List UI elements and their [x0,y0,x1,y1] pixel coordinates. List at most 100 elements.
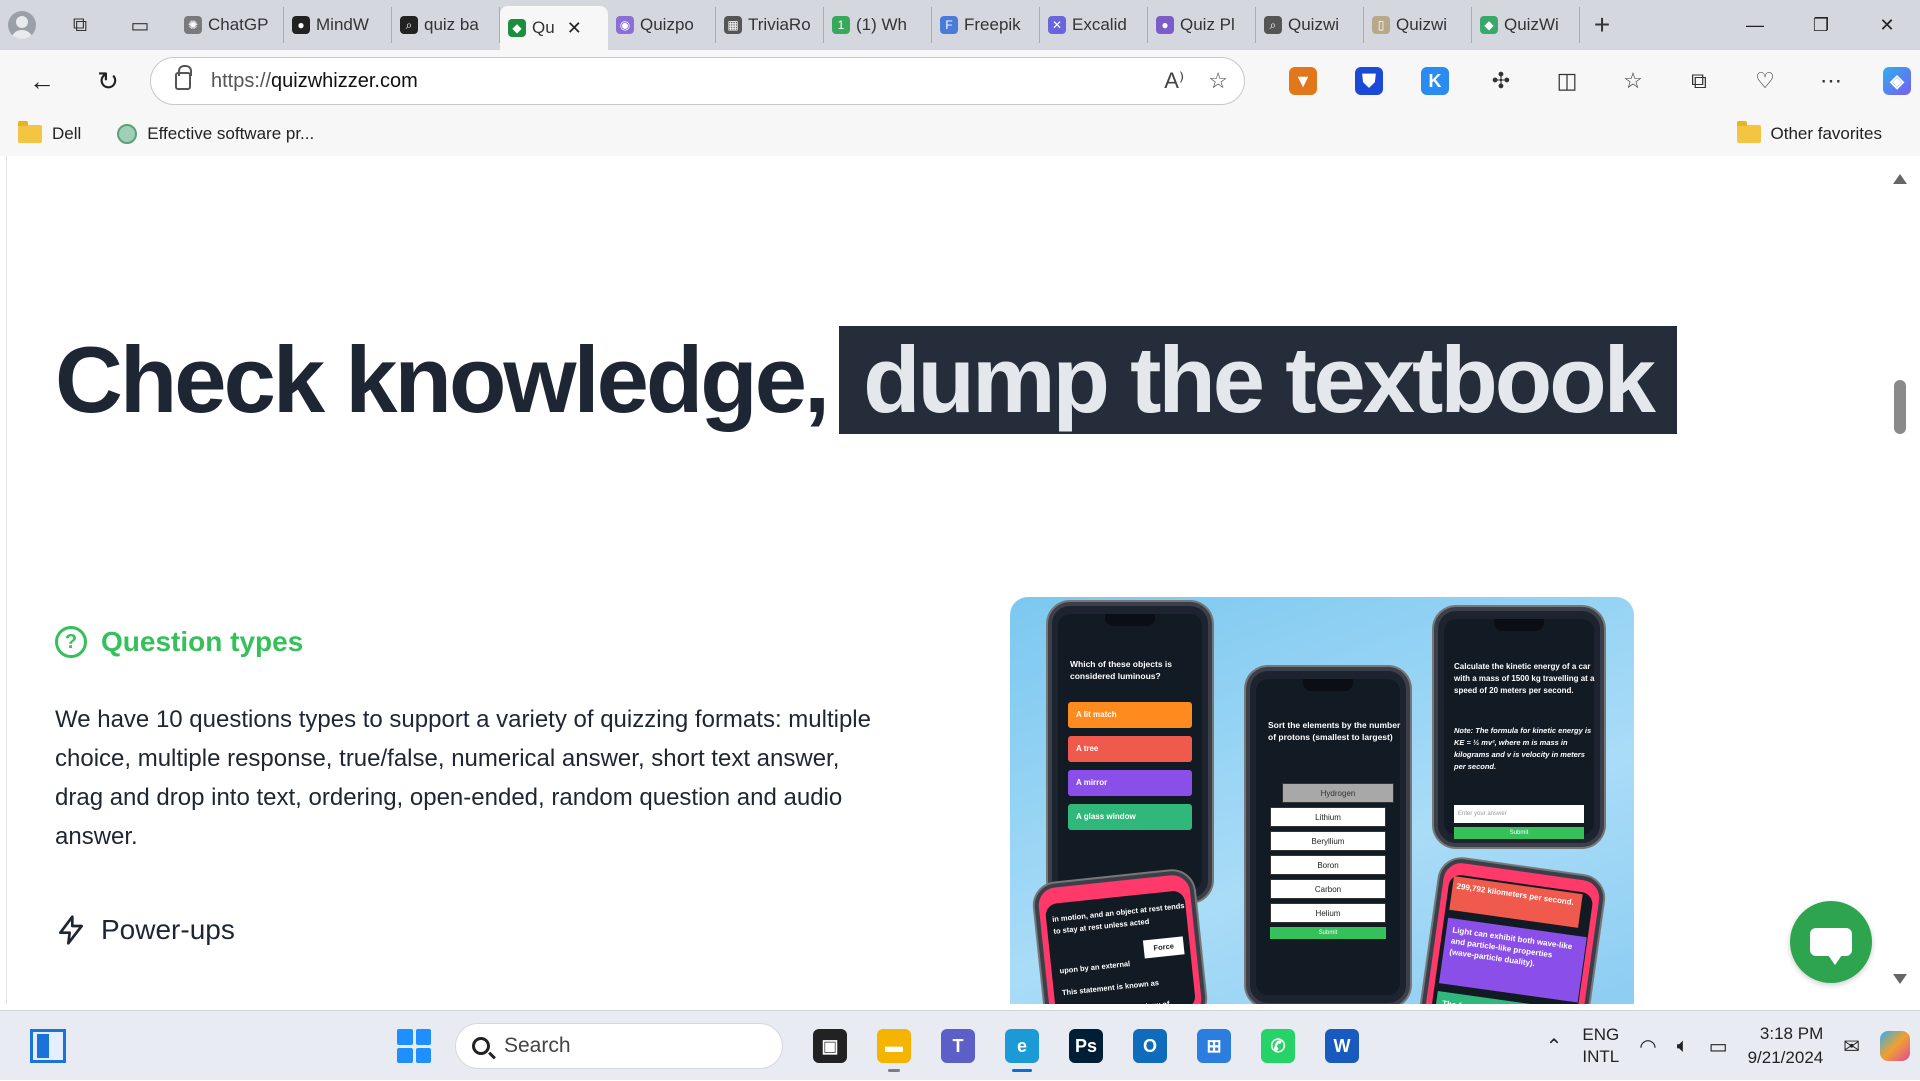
phone-option: A mirror [1068,770,1192,796]
browser-tab[interactable]: ▦ TriviaRo [716,7,824,43]
tab-favicon-icon: ◆ [508,19,526,37]
shield-icon[interactable]: ⛊ [1336,50,1402,112]
whatsapp-icon[interactable]: ✆ [1251,1019,1305,1073]
file-explorer-icon[interactable]: ▬ [867,1019,921,1073]
tab-favicon-icon: ▦ [724,16,742,34]
clock[interactable]: 3:18 PM 9/21/2024 [1738,1022,1834,1070]
browser-tab[interactable]: ● MindW [284,7,392,43]
lightning-icon [59,915,83,945]
system-tray: ⌃ ENG INTL ◠ 🔈︎ ▭ 3:18 PM 9/21/2024 ✉ [1536,1011,1920,1081]
new-tab-button[interactable]: + [1580,9,1624,41]
phone-text: in motion, and an object at rest tends t… [1051,901,1185,936]
close-tab-icon[interactable]: ✕ [567,18,582,39]
scroll-up-arrow-icon[interactable] [1893,174,1907,184]
browser-tab[interactable]: ▯ Quizwi [1364,7,1472,43]
copilot-taskbar-icon[interactable] [1870,1031,1920,1061]
phone-option: A lit match [1068,702,1192,728]
tray-chevron-icon[interactable]: ⌃ [1536,1034,1573,1059]
language-indicator[interactable]: ENG INTL [1572,1024,1629,1068]
phone-multiple-choice: Which of these objects is considered lum… [1048,602,1212,902]
browser-tab[interactable]: ✺ ChatGP [176,7,284,43]
photoshop-icon[interactable]: Ps [1059,1019,1113,1073]
browser-tab[interactable]: 1 (1) Wh [824,7,932,43]
task-view-icon[interactable]: ▣ [803,1019,857,1073]
taskbar-apps: Search ▣ ▬ Te Ps O ⊞ ✆ W [393,1019,1369,1073]
widgets-icon[interactable] [30,1029,66,1063]
wifi-icon[interactable]: ◠ [1629,1034,1666,1059]
favorite-star-icon[interactable]: ☆ [1208,68,1228,94]
refresh-button[interactable]: ↻ [78,56,138,106]
browser-tab[interactable]: ● Quiz Pl [1148,7,1256,43]
phone-submit: Submit [1454,827,1584,839]
scroll-thumb[interactable] [1894,380,1906,434]
more-menu-icon[interactable]: ⋯ [1798,50,1864,112]
tab-title: TriviaRo [748,15,811,34]
profile-avatar[interactable] [0,5,44,45]
scroll-down-arrow-icon[interactable] [1893,974,1907,984]
minimize-button[interactable]: — [1722,0,1788,50]
tab-favicon-icon: ⌕ [1264,16,1282,34]
url-text[interactable]: https://quizwhizzer.com [211,70,418,93]
window-controls: — ❐ ✕ [1722,0,1920,50]
favorites-bar: Dell Effective software pr... Other favo… [0,112,1920,156]
question-types-description: We have 10 questions types to support a … [55,706,871,850]
phone-ordering: Sort the elements by the number of proto… [1246,667,1410,1004]
phone-option: A tree [1068,736,1192,762]
start-button[interactable] [393,1025,435,1067]
sort-item: Hydrogen [1282,783,1394,803]
other-favorites[interactable]: Other favorites [1719,121,1901,144]
web-page: Check knowledge, dump the textbook ? Que… [6,156,1880,1004]
favorite-effective-software[interactable]: Effective software pr... [99,124,332,144]
browser-tab[interactable]: ◉ Quizpo [608,7,716,43]
battery-icon[interactable]: ▭ [1699,1034,1738,1059]
copilot-icon[interactable]: ◈ [1864,50,1920,112]
notifications-icon[interactable]: ✉ [1833,1034,1870,1059]
store-icon[interactable]: ⊞ [1187,1019,1241,1073]
phone-text: Law of [1145,995,1196,1004]
folder-icon [18,121,42,143]
sort-item: Carbon [1270,879,1386,899]
extensions-puzzle-icon[interactable]: ✣ [1468,50,1534,112]
browser-tab[interactable]: F Freepik [932,7,1040,43]
close-window-button[interactable]: ✕ [1854,0,1920,50]
teams-icon[interactable]: T [931,1019,985,1073]
workspaces-icon[interactable]: ⧉ [58,5,102,45]
tab-title: Quizpo [640,15,694,34]
browser-tab[interactable]: ◆ QuizWi [1472,7,1580,43]
split-screen-icon[interactable]: ◫ [1534,50,1600,112]
restore-button[interactable]: ❐ [1788,0,1854,50]
pinned-apps: ▣ ▬ Te Ps O ⊞ ✆ W [803,1019,1369,1073]
page-scrollbar[interactable] [1880,156,1920,1004]
browser-tab[interactable]: ✕ Excalid [1040,7,1148,43]
tab-title: MindW [316,15,369,34]
k-extension-icon[interactable]: K [1402,50,1468,112]
sort-item: Beryllium [1270,831,1386,851]
browser-essentials-icon[interactable]: ♡ [1732,50,1798,112]
phone-note: Note: The formula for kinetic energy is … [1454,726,1592,771]
browser-tab[interactable]: ◆ Qu ✕ [500,6,608,50]
chat-widget-button[interactable] [1790,901,1872,983]
tab-favicon-icon: ◉ [616,16,634,34]
volume-icon[interactable]: 🔈︎ [1667,1035,1699,1058]
tab-favicon-icon: ✕ [1048,16,1066,34]
word-icon[interactable]: W [1315,1019,1369,1073]
lock-icon[interactable] [175,65,192,90]
tab-title: quiz ba [424,15,479,34]
favorite-dell[interactable]: Dell [0,121,99,144]
metamask-icon[interactable]: ▼ [1270,50,1336,112]
vertical-tabs-icon[interactable]: ▭ [118,5,162,45]
collections-icon[interactable]: ⧉ [1666,50,1732,112]
back-button[interactable]: ← [12,56,72,106]
taskbar-search[interactable]: Search [455,1023,783,1069]
tab-favicon-icon: 1 [832,16,850,34]
read-aloud-icon[interactable]: A⁾ [1164,68,1184,94]
edge-icon[interactable]: e [995,1019,1049,1073]
tab-favicon-icon: ● [292,16,310,34]
address-bar[interactable]: https://quizwhizzer.com A⁾ ☆ [150,57,1245,105]
outlook-icon[interactable]: O [1123,1019,1177,1073]
browser-tab[interactable]: ⌕ Quizwi [1256,7,1364,43]
phone-multiple-response: 299,792 kilometers per second. Light can… [1418,856,1607,1004]
favorites-icon[interactable]: ☆ [1600,50,1666,112]
browser-tab[interactable]: ⌕ quiz ba [392,7,500,43]
tab-title: ChatGP [208,15,269,34]
